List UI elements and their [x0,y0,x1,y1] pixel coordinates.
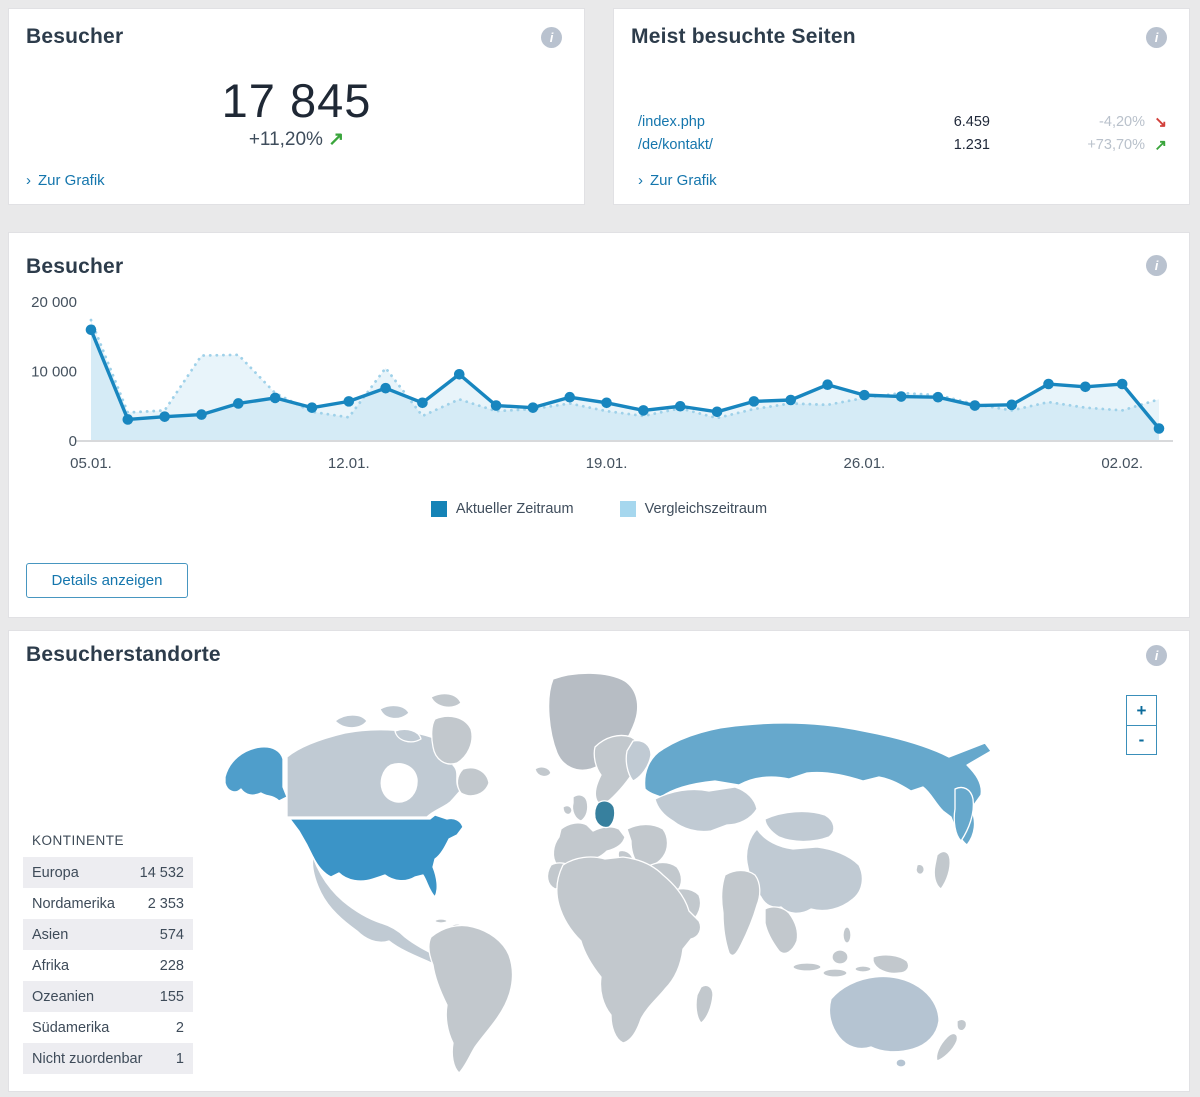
iceland [535,767,551,777]
trend-down-arrow-icon: ↘ [1145,113,1167,131]
table-row: Ozeanien155 [23,981,193,1012]
visitors-chart-card: Besucher i 20 000 10 000 0 05.01. 12.01. 19.0… [8,232,1190,618]
top-pages-card: Meist besuchte Seiten i /index.php 6.459… [613,8,1190,205]
continents-rows: Europa14 532 Nordamerika2 353 Asien574 A… [23,857,193,1074]
svg-text:05.01.: 05.01. [70,455,112,472]
map-zoom-in-button[interactable]: + [1127,696,1156,725]
page-visits-value: 1.231 [880,137,990,153]
table-row: Europa14 532 [23,857,193,888]
tasmania [896,1059,906,1067]
svg-text:12.01.: 12.01. [328,455,370,472]
great-britain [572,795,587,821]
chart-legend: Aktueller Zeitraum Vergleichszeitraum [9,501,1189,517]
legend-swatch-compare [620,501,636,517]
chevron-right-icon: › [26,172,31,189]
south-america [429,925,513,1073]
ne-canada [457,768,489,796]
continents-table-header: KONTINENTE [32,833,193,848]
top-pages-card-title: Meist besuchte Seiten [631,25,856,49]
chart-card-title: Besucher [26,255,123,279]
page-link[interactable]: /index.php [638,114,705,130]
dashboard: Besucher i 17 845 +11,20% ↗ ›Zur Grafik … [0,0,1200,1097]
indonesia-island [823,969,847,977]
new-zealand-south [936,1034,957,1061]
country-australia[interactable] [829,976,939,1051]
table-row: Afrika228 [23,950,193,981]
country-usa[interactable] [290,815,463,897]
top-pages-to-chart-link[interactable]: ›Zur Grafik [638,172,717,189]
map-zoom-out-button[interactable]: - [1127,725,1156,754]
svg-text:19.01.: 19.01. [586,455,628,472]
svg-text:26.01.: 26.01. [844,455,886,472]
new-guinea [873,955,909,973]
page-change-percent: -4,20% [990,114,1145,130]
arctic-island [380,706,409,719]
indonesia-island [793,963,821,971]
visitors-to-chart-link[interactable]: ›Zur Grafik [26,172,105,189]
arctic-island [335,715,367,728]
india [722,871,760,956]
info-icon[interactable]: i [1146,27,1167,48]
southeast-asia [765,907,798,953]
continents-table: KONTINENTE Europa14 532 Nordamerika2 353… [23,833,193,1074]
world-map[interactable] [195,669,1025,1089]
visitor-locations-card: Besucherstandorte i + - KONTINENTE Europ… [8,630,1190,1092]
info-icon[interactable]: i [541,27,562,48]
svg-text:20 000: 20 000 [31,294,77,311]
indonesia-island [855,966,871,972]
korea [916,864,924,874]
caribbean-island [435,919,447,923]
page-link[interactable]: /de/kontakt/ [638,137,713,153]
info-icon[interactable]: i [1146,645,1167,666]
trend-up-arrow-icon: ↗ [1145,136,1167,154]
ireland [563,806,572,815]
visitors-change: +11,20% ↗ [9,128,584,151]
mongolia [765,812,834,842]
new-zealand-north [957,1019,966,1030]
legend-item-compare: Vergleichszeitraum [620,501,768,517]
legend-label: Vergleichszeitraum [645,501,768,517]
info-icon[interactable]: i [1146,255,1167,276]
visitors-line-chart[interactable]: 20 000 10 000 0 05.01. 12.01. 19.01. 26.01. 02.… [27,293,1177,485]
show-details-button[interactable]: Details anzeigen [26,563,188,598]
legend-item-current: Aktueller Zeitraum [431,501,574,517]
legend-swatch-current [431,501,447,517]
visitors-card-title: Besucher [26,25,123,49]
page-visits-value: 6.459 [880,114,990,130]
visitors-summary-card: Besucher i 17 845 +11,20% ↗ ›Zur Grafik [8,8,585,205]
arctic-island [431,694,461,708]
map-zoom-controls: + - [1126,695,1157,755]
table-row: Südamerika2 [23,1012,193,1043]
table-row: Nicht zuordenbar1 [23,1043,193,1074]
table-row: /de/kontakt/ 1.231 +73,70% ↗ [638,133,1167,156]
table-row: Nordamerika2 353 [23,888,193,919]
visitors-total-value: 17 845 [9,73,584,128]
baffin-island [432,716,472,764]
japan [934,852,950,889]
philippines [843,927,851,943]
chevron-right-icon: › [638,172,643,189]
visitors-change-value: +11,20% [249,129,323,150]
country-alaska[interactable] [225,747,287,801]
top-pages-list: /index.php 6.459 -4,20% ↘ /de/kontakt/ 1… [638,110,1167,156]
legend-label: Aktueller Zeitraum [456,501,574,517]
madagascar [696,985,713,1023]
svg-text:02.02.: 02.02. [1101,455,1143,472]
page-change-percent: +73,70% [990,137,1145,153]
locations-card-title: Besucherstandorte [26,643,221,667]
borneo [832,950,848,964]
svg-text:0: 0 [69,433,77,450]
visitors-chart-svg[interactable]: 20 000 10 000 0 05.01. 12.01. 19.01. 26.01. 02.… [27,293,1177,485]
central-asia [655,787,757,832]
svg-text:10 000: 10 000 [31,364,77,381]
table-row: /index.php 6.459 -4,20% ↘ [638,110,1167,133]
trend-up-arrow-icon: ↗ [328,129,344,150]
table-row: Asien574 [23,919,193,950]
hudson-bay [381,764,417,802]
country-germany[interactable] [595,801,615,828]
